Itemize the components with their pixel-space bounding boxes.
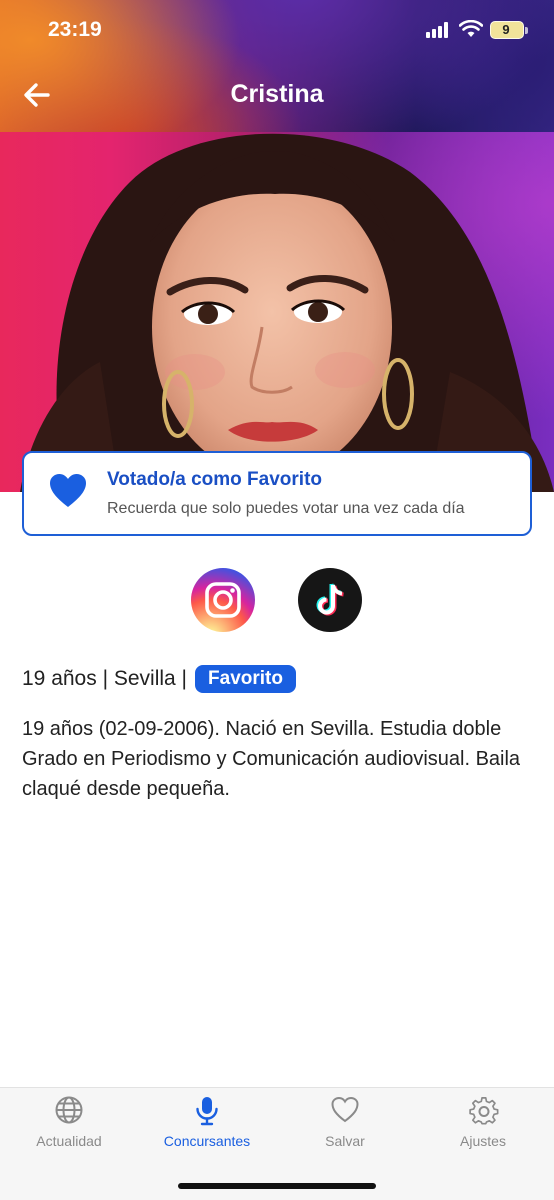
heart-filled-icon (50, 474, 86, 507)
tiktok-button[interactable] (298, 568, 362, 632)
battery-level: 9 (502, 22, 510, 37)
bio-text: 19 años (02-09-2006). Nació en Sevilla. … (22, 718, 521, 800)
battery-tip (525, 27, 528, 34)
favorite-card[interactable]: Votado/a como Favorito Recuerda que solo… (22, 451, 532, 536)
home-indicator[interactable] (178, 1183, 376, 1189)
tiktok-icon (316, 583, 344, 616)
tab-label: Concursantes (163, 1133, 251, 1149)
tab-label: Actualidad (36, 1133, 102, 1149)
microphone-icon (196, 1097, 218, 1126)
tab-salvar[interactable]: Salvar (276, 1088, 414, 1158)
contestant-photo (0, 132, 554, 492)
tab-label: Salvar (325, 1133, 365, 1149)
age-location: 19 años | Sevilla | (22, 667, 188, 690)
header: 23:19 9 Cristina (0, 0, 554, 132)
battery-icon: 9 (490, 21, 524, 39)
favorite-title: Votado/a como Favorito (107, 469, 323, 490)
instagram-icon (205, 582, 241, 618)
globe-icon (55, 1096, 83, 1124)
status-bar: 23:19 9 (0, 0, 554, 60)
tab-label: Ajustes (460, 1133, 506, 1149)
favorite-subtitle: Recuerda que solo puedes votar una vez c… (107, 500, 465, 517)
wifi-icon (459, 20, 483, 37)
gear-icon (469, 1097, 499, 1125)
status-time: 23:19 (48, 18, 102, 41)
page-title: Cristina (230, 80, 324, 108)
signal-icon (426, 22, 452, 38)
favorite-badge: Favorito (195, 665, 296, 693)
tab-concursantes[interactable]: Concursantes (138, 1088, 276, 1158)
portrait-illustration (0, 132, 554, 492)
info-line: 19 años | Sevilla | Favorito (22, 664, 296, 694)
heart-icon (331, 1096, 359, 1123)
tab-actualidad[interactable]: Actualidad (0, 1088, 138, 1158)
tab-ajustes[interactable]: Ajustes (414, 1088, 552, 1158)
instagram-button[interactable] (191, 568, 255, 632)
